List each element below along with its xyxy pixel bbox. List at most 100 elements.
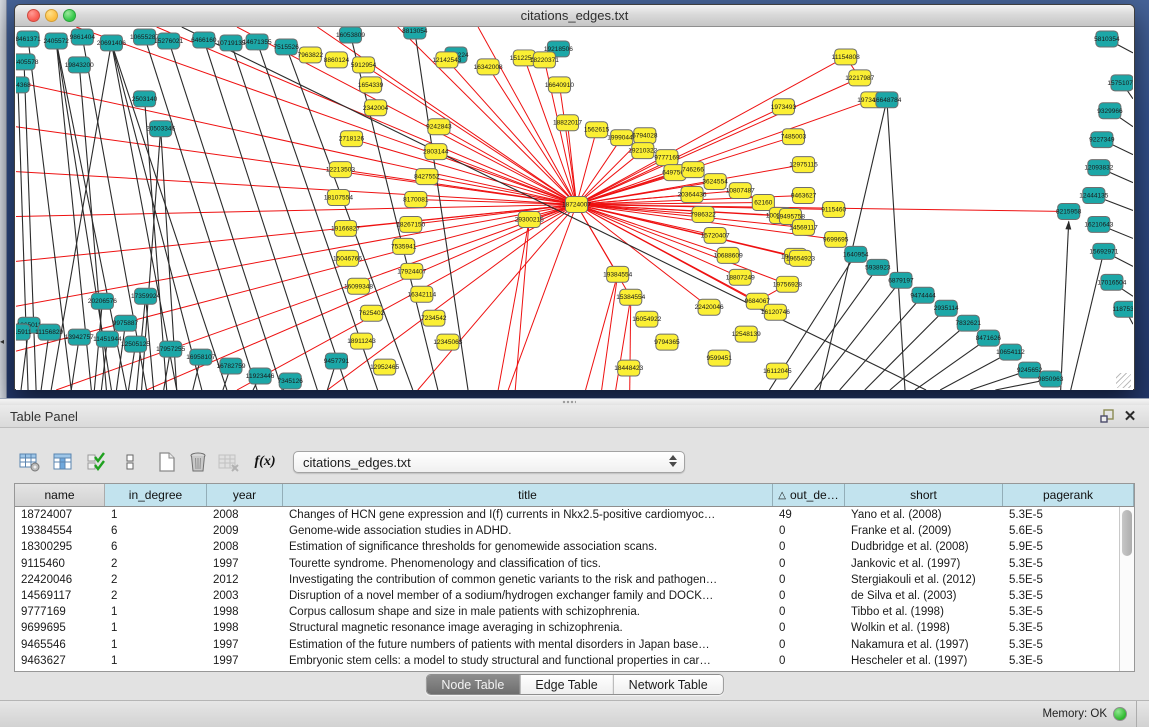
table-cell[interactable]: 5.9E-5 (1003, 539, 1134, 555)
table-cell[interactable]: 1997 (207, 653, 283, 669)
table-cell[interactable]: 0 (773, 653, 845, 669)
network-node[interactable]: 2503140 (132, 91, 158, 107)
scrollbar-thumb[interactable] (1122, 510, 1132, 556)
network-node[interactable]: 15276021 (154, 33, 183, 49)
network-node[interactable]: 12345063 (433, 334, 462, 350)
table-cell[interactable]: 1997 (207, 556, 283, 572)
network-node[interactable]: 9599451 (706, 350, 732, 366)
column-header-year[interactable]: year (207, 484, 283, 506)
table-cell[interactable]: 0 (773, 620, 845, 636)
network-node[interactable]: 9699695 (823, 231, 849, 247)
column-header-in_degree[interactable]: in_degree (105, 484, 207, 506)
table-cell[interactable]: 5.3E-5 (1003, 637, 1134, 653)
network-node[interactable]: 18911243 (347, 333, 376, 349)
table-cell[interactable]: 5.3E-5 (1003, 653, 1134, 669)
table-cell[interactable]: 5.5E-5 (1003, 572, 1134, 588)
table-cell[interactable]: Disruption of a novel member of a sodium… (283, 588, 773, 604)
table-cell[interactable]: 18300295 (15, 539, 105, 555)
table-cell[interactable]: Estimation of the future numbers of pati… (283, 637, 773, 653)
network-node[interactable]: 2718126 (339, 131, 365, 147)
network-node[interactable]: 16648784 (872, 92, 901, 108)
network-node[interactable]: 16782759 (216, 358, 245, 374)
network-node[interactable]: 8461371 (16, 31, 41, 47)
network-node[interactable]: 10654112 (996, 344, 1025, 360)
table-cell[interactable]: 5.6E-5 (1003, 523, 1134, 539)
network-node[interactable]: 18220371 (530, 52, 559, 68)
collapse-arrow-icon[interactable]: ◂ (0, 338, 4, 346)
network-node[interactable]: 15384554 (616, 289, 645, 305)
table-cell[interactable]: 5.3E-5 (1003, 620, 1134, 636)
tab-node-table[interactable]: Node Table (426, 675, 520, 694)
table-cell[interactable]: 19384554 (15, 523, 105, 539)
network-node[interactable]: 10719135 (216, 35, 245, 51)
network-node[interactable]: 6794028 (632, 128, 658, 144)
table-settings-icon[interactable] (18, 450, 42, 474)
network-node[interactable]: 1654339 (358, 77, 384, 93)
network-node[interactable]: 9714368 (16, 77, 31, 93)
table-cell[interactable]: 6 (105, 539, 207, 555)
table-cell[interactable]: Yano et al. (2008) (845, 507, 1003, 523)
network-node[interactable]: 15046766 (333, 250, 362, 266)
network-node[interactable]: 14671355 (243, 34, 272, 50)
network-canvas[interactable]: 8461371240557298614042069140610655287152… (16, 27, 1133, 390)
network-node[interactable]: 7963822 (298, 47, 324, 63)
table-cell[interactable]: 0 (773, 604, 845, 620)
network-node[interactable]: 2342004 (363, 100, 389, 116)
network-node[interactable]: 16054922 (632, 311, 661, 327)
delete-row-icon[interactable] (186, 450, 210, 474)
network-node[interactable]: 14569117 (789, 219, 818, 235)
network-node[interactable]: 17924407 (397, 263, 426, 279)
network-node[interactable]: 20503346 (146, 121, 175, 137)
table-cell[interactable]: Structural magnetic resonance image aver… (283, 620, 773, 636)
network-node[interactable]: 6879197 (888, 272, 914, 288)
delete-table-icon[interactable] (217, 450, 241, 474)
table-cell[interactable]: 9699695 (15, 620, 105, 636)
network-node[interactable]: 19843200 (65, 57, 94, 73)
table-cell[interactable]: Tibbo et al. (1998) (845, 604, 1003, 620)
network-node[interactable]: 20691406 (97, 35, 126, 51)
network-node[interactable]: 12548139 (732, 326, 761, 342)
network-node[interactable]: 6466160 (191, 32, 217, 48)
network-node[interactable]: 9777169 (654, 150, 680, 166)
network-node[interactable]: 11156829 (35, 324, 63, 340)
table-cell[interactable]: 0 (773, 588, 845, 604)
network-node[interactable]: 18107554 (324, 190, 353, 206)
network-node[interactable]: 2935114 (934, 300, 959, 316)
network-node[interactable]: 10688609 (714, 247, 743, 263)
table-cell[interactable]: Corpus callosum shape and size in male p… (283, 604, 773, 620)
network-node[interactable]: 3624554 (702, 174, 728, 190)
panel-splitter[interactable] (0, 398, 1149, 405)
table-cell[interactable]: 1998 (207, 604, 283, 620)
table-cell[interactable]: 5.3E-5 (1003, 604, 1134, 620)
table-cell[interactable]: 0 (773, 637, 845, 653)
network-node[interactable]: 12444135 (1079, 188, 1108, 204)
network-node[interactable]: 11154808 (832, 49, 860, 65)
network-node[interactable]: 5810354 (1094, 31, 1120, 47)
network-node[interactable]: 1562615 (584, 122, 610, 138)
network-node[interactable]: 9474444 (910, 287, 936, 303)
column-header-name[interactable]: name (15, 484, 105, 506)
network-node[interactable]: 12213503 (326, 162, 355, 178)
network-node[interactable]: 746266 (682, 162, 704, 178)
column-header-title[interactable]: title (283, 484, 773, 506)
network-node[interactable]: 2405572 (43, 33, 69, 49)
table-cell[interactable]: Genome-wide association studies in ADHD. (283, 523, 773, 539)
network-node[interactable]: 8860124 (324, 52, 350, 68)
table-cell[interactable]: 2012 (207, 572, 283, 588)
table-cell[interactable]: 9115460 (15, 556, 105, 572)
network-node[interactable]: 10807487 (726, 183, 755, 199)
table-cell[interactable]: 2 (105, 588, 207, 604)
close-panel-icon[interactable]: ✕ (1121, 408, 1139, 425)
table-cell[interactable]: Estimation of significance thresholds fo… (283, 539, 773, 555)
table-cell[interactable]: Stergiakouli et al. (2012) (845, 572, 1003, 588)
network-node[interactable]: 7535941 (391, 238, 417, 254)
network-node[interactable]: 18267150 (396, 216, 425, 232)
network-node[interactable]: 22420046 (695, 299, 724, 315)
network-node[interactable]: 18822017 (553, 115, 582, 131)
network-window-titlebar[interactable]: citations_edges.txt (15, 5, 1134, 27)
network-node[interactable]: 16342114 (408, 286, 437, 302)
network-node[interactable]: 15692971 (1089, 243, 1118, 259)
network-node[interactable]: 9463627 (791, 188, 817, 204)
network-node[interactable]: 9861404 (70, 29, 96, 45)
network-node[interactable]: 1973493 (771, 99, 797, 115)
